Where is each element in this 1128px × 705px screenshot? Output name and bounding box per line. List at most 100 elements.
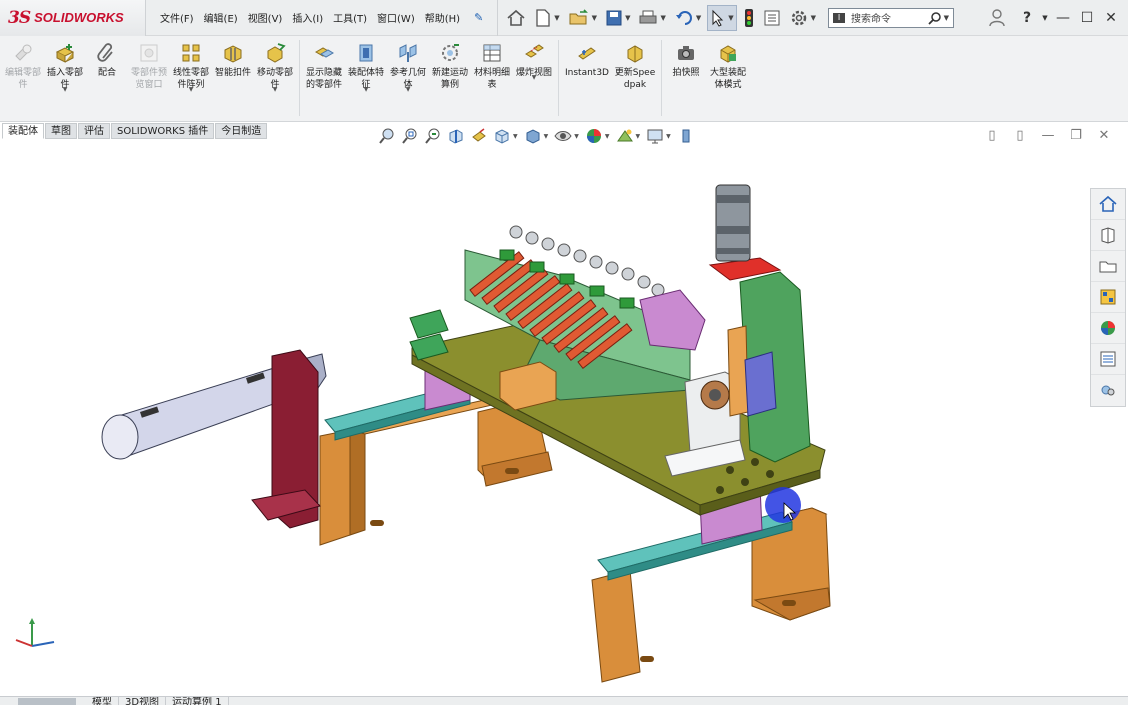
chevron-down-icon[interactable]: ▼ xyxy=(513,133,518,140)
minimize-icon[interactable]: — xyxy=(1052,10,1074,26)
search-input[interactable]: 搜索命令 xyxy=(851,10,928,25)
chevron-down-icon[interactable]: ▼ xyxy=(944,14,949,22)
component-preview-window-button[interactable]: 零部件预览窗口 xyxy=(128,36,170,91)
chevron-down-icon[interactable]: ▼ xyxy=(625,14,630,22)
chevron-down-icon[interactable]: ▼ xyxy=(696,14,701,22)
chevron-down-icon[interactable]: ▼ xyxy=(63,86,68,93)
new-document-icon xyxy=(536,8,550,27)
chevron-down-icon[interactable]: ▼ xyxy=(728,14,733,22)
chevron-down-icon[interactable]: ▼ xyxy=(554,14,559,22)
edit-component-button[interactable]: 编辑零部件 xyxy=(2,36,44,91)
task-pane-file-explorer[interactable] xyxy=(1091,251,1125,282)
maximize-icon[interactable]: ☐ xyxy=(1076,10,1098,26)
tab-motion-study-1[interactable]: 运动算例 1 xyxy=(166,697,229,705)
pin-menu-icon[interactable]: ✎ xyxy=(474,11,483,24)
rebuild-button[interactable] xyxy=(741,5,757,31)
chevron-down-icon[interactable]: ▼ xyxy=(189,86,194,93)
menu-edit[interactable]: 编辑(E) xyxy=(204,10,238,25)
print-button[interactable]: ▼ xyxy=(636,5,667,31)
task-pane-appearances[interactable] xyxy=(1091,313,1125,344)
show-hidden-components-button[interactable]: 显示隐藏的零部件 xyxy=(303,36,345,91)
tab-sketch[interactable]: 草图 xyxy=(45,123,77,139)
menu-tools[interactable]: 工具(T) xyxy=(333,10,367,25)
home-button[interactable] xyxy=(504,5,528,31)
help-icon[interactable]: ? xyxy=(1016,10,1038,26)
solidworks-logo[interactable]: 3S SOLIDWORKS xyxy=(0,0,146,36)
user-icon[interactable] xyxy=(988,8,1006,28)
view-palette-icon xyxy=(1100,289,1116,305)
tab-evaluate[interactable]: 评估 xyxy=(78,123,110,139)
search-icon[interactable] xyxy=(927,11,942,25)
chevron-down-icon[interactable]: ▼ xyxy=(666,133,671,140)
menu-window[interactable]: 窗口(W) xyxy=(377,10,415,25)
large-assembly-mode-label: 大型装配体模式 xyxy=(709,68,746,90)
file-properties-button[interactable] xyxy=(761,5,783,31)
tab-scroll-navigator[interactable] xyxy=(18,698,76,705)
options-gear-icon xyxy=(791,10,806,25)
assembly-features-icon xyxy=(359,44,373,62)
linear-pattern-icon xyxy=(182,44,200,62)
mate-button[interactable]: 配合 xyxy=(86,36,128,79)
chevron-down-icon[interactable]: ▼ xyxy=(532,74,537,81)
graphics-area[interactable] xyxy=(0,140,1088,696)
logo-brand: SOLIDWORKS xyxy=(34,10,124,25)
search-scope-icon[interactable]: I xyxy=(833,12,846,23)
tab-make-today[interactable]: 今日制造 xyxy=(215,123,268,139)
chevron-down-icon[interactable]: ▼ xyxy=(364,86,369,93)
task-pane-design-library[interactable] xyxy=(1091,220,1125,251)
edit-component-icon xyxy=(15,44,32,61)
linear-pattern-button[interactable]: 线性零部件阵列 ▼ xyxy=(170,36,212,93)
chevron-down-icon[interactable]: ▼ xyxy=(636,133,641,140)
chevron-down-icon[interactable]: ▼ xyxy=(273,86,278,93)
chevron-down-icon[interactable]: ▼ xyxy=(574,133,579,140)
move-component-button[interactable]: 移动零部件 ▼ xyxy=(254,36,296,93)
close-icon[interactable]: ✕ xyxy=(1100,10,1122,26)
task-pane-custom-properties[interactable] xyxy=(1091,344,1125,375)
chevron-down-icon[interactable]: ▼ xyxy=(605,133,610,140)
open-button[interactable]: ▼ xyxy=(566,5,599,31)
chevron-down-icon[interactable]: ▼ xyxy=(660,14,665,22)
tab-assembly[interactable]: 装配体 xyxy=(2,123,44,139)
options-button[interactable]: ▼ xyxy=(787,5,818,31)
reference-triad xyxy=(8,614,64,657)
large-assembly-mode-button[interactable]: 大型装配体模式 xyxy=(707,36,749,91)
search-commands-field[interactable]: I 搜索命令 ▼ xyxy=(828,7,955,28)
new-motion-study-button[interactable]: 新建运动算例 xyxy=(429,36,471,91)
chevron-down-icon[interactable]: ▼ xyxy=(544,133,549,140)
menu-help[interactable]: 帮助(H) xyxy=(425,10,460,25)
new-document-button[interactable]: ▼ xyxy=(532,5,561,31)
title-bar: 3S SOLIDWORKS 文件(F) 编辑(E) 视图(V) 插入(I) 工具… xyxy=(0,0,1128,36)
show-hidden-components-label: 显示隐藏的零部件 xyxy=(305,68,342,90)
assembly-model[interactable] xyxy=(0,140,1088,696)
tab-3d-views[interactable]: 3D视图 xyxy=(119,697,167,705)
reference-geometry-button[interactable]: 参考几何体 ▼ xyxy=(387,36,429,93)
undo-button[interactable]: ▼ xyxy=(672,5,703,31)
menu-file[interactable]: 文件(F) xyxy=(160,10,194,25)
file-explorer-icon xyxy=(1099,261,1117,273)
new-motion-study-icon xyxy=(442,44,459,61)
menu-insert[interactable]: 插入(I) xyxy=(292,10,323,25)
doc-close-icon[interactable]: ✕ xyxy=(1090,128,1118,143)
smart-fasteners-button[interactable]: 智能扣件 xyxy=(212,36,254,79)
assembly-features-button[interactable]: 装配体特征 ▼ xyxy=(345,36,387,93)
take-snapshot-button[interactable]: 拍快照 xyxy=(665,36,707,79)
bill-of-materials-button[interactable]: 材料明细表 xyxy=(471,36,513,91)
chevron-down-icon[interactable]: ▼ xyxy=(1040,14,1050,22)
save-button[interactable]: ▼ xyxy=(603,5,632,31)
tab-model[interactable]: 模型 xyxy=(86,697,119,705)
menu-view[interactable]: 视图(V) xyxy=(248,10,283,25)
exploded-view-button[interactable]: 爆炸视图 ▼ xyxy=(513,36,555,81)
task-pane-forum[interactable] xyxy=(1091,375,1125,406)
chevron-down-icon[interactable]: ▼ xyxy=(406,86,411,93)
print-icon xyxy=(639,10,657,23)
update-speedpak-button[interactable]: 更新Speedpak xyxy=(612,36,658,91)
chevron-down-icon[interactable]: ▼ xyxy=(811,14,816,22)
task-pane-home[interactable] xyxy=(1091,189,1125,220)
insert-component-button[interactable]: 插入零部件 ▼ xyxy=(44,36,86,93)
task-pane-view-palette[interactable] xyxy=(1091,282,1125,313)
select-button[interactable]: ▼ xyxy=(707,4,737,31)
tab-solidworks-addins[interactable]: SOLIDWORKS 插件 xyxy=(111,123,215,139)
instant3d-icon xyxy=(578,47,596,60)
chevron-down-icon[interactable]: ▼ xyxy=(592,14,597,22)
instant3d-button[interactable]: Instant3D xyxy=(562,36,612,79)
